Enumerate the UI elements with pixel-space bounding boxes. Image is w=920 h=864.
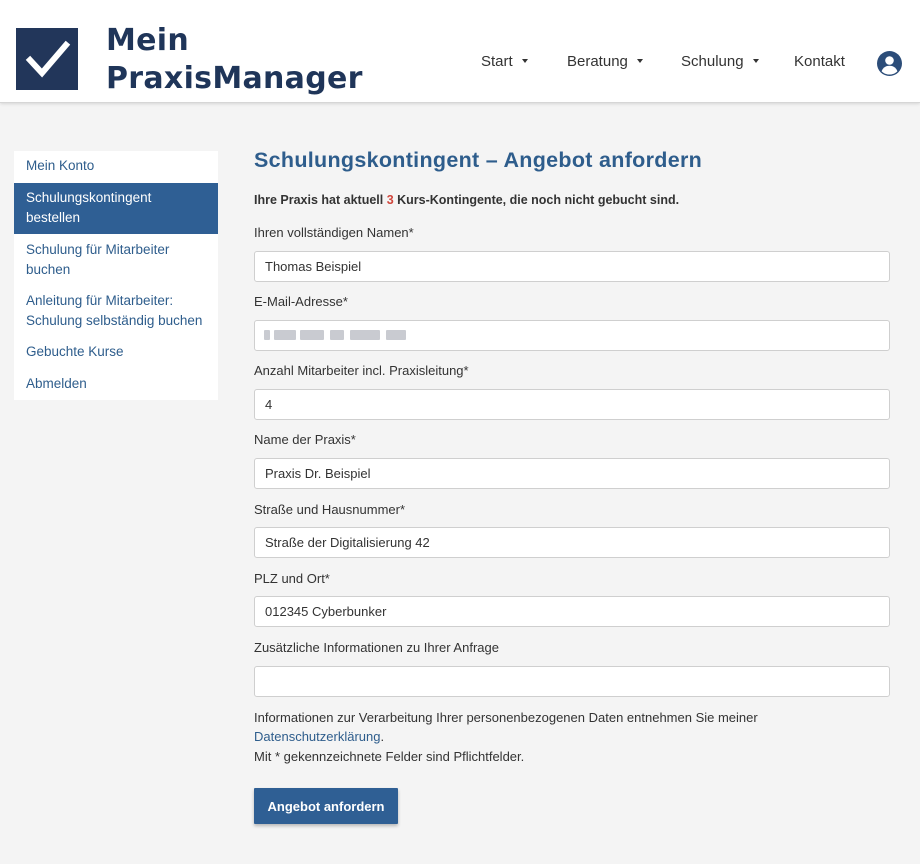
contingent-notice: Ihre Praxis hat aktuell 3 Kurs-Kontingen… <box>254 193 679 207</box>
practice-name-input[interactable] <box>254 458 890 489</box>
email-input[interactable] <box>254 320 890 351</box>
sidebar-item-abmelden[interactable]: Abmelden <box>14 374 218 394</box>
nav-item-label: Schulung <box>681 53 744 70</box>
caret-down-icon <box>752 59 759 63</box>
sidebar-item-label: Schulung selbständig buchen <box>26 312 203 328</box>
name-input[interactable] <box>254 251 890 282</box>
city-input[interactable] <box>254 596 890 627</box>
nav-item-label: Beratung <box>567 53 628 70</box>
name-label: Ihren vollständigen Namen* <box>254 225 414 240</box>
account-sidebar: Mein Konto Schulungskontingent bestellen… <box>14 151 218 400</box>
notice-text: Kurs-Kontingente, die noch nicht gebucht… <box>393 193 680 207</box>
nav-item-kontakt[interactable]: Kontakt <box>794 53 845 70</box>
contingent-count: 3 <box>386 193 394 207</box>
sidebar-item-schulungskontingent[interactable]: Schulungskontingent bestellen <box>14 183 218 234</box>
caret-down-icon <box>636 59 643 63</box>
brand-line-2: PraxisManager <box>106 61 363 96</box>
sidebar-item-label: Mein Konto <box>26 158 95 173</box>
practice-name-label: Name der Praxis* <box>254 432 356 447</box>
page-title: Schulungskontingent – Angebot anfordern <box>254 148 703 172</box>
sidebar-item-schulung-buchen[interactable]: Schulung für Mitarbeiter buchen <box>14 240 218 279</box>
sidebar-item-label: Schulung für Mitarbeiter <box>26 242 170 257</box>
sidebar-item-label: buchen <box>26 261 71 277</box>
nav-item-label: Kontakt <box>794 53 845 70</box>
privacy-period: . <box>380 729 385 744</box>
street-input[interactable] <box>254 527 890 558</box>
city-label: PLZ und Ort* <box>254 571 330 586</box>
request-offer-button[interactable]: Angebot anfordern <box>254 788 398 824</box>
brand-name[interactable]: Mein PraxisManager <box>106 22 363 98</box>
sidebar-item-label: bestellen <box>26 209 81 225</box>
logo-checkmark-icon[interactable] <box>16 28 78 90</box>
privacy-policy-link[interactable]: Datenschutzerklärung <box>254 729 380 744</box>
sidebar-item-label: Anleitung für Mitarbeiter: <box>26 293 174 308</box>
nav-item-label: Start <box>481 53 513 70</box>
nav-item-schulung[interactable]: Schulung <box>681 53 759 70</box>
sidebar-item-anleitung[interactable]: Anleitung für Mitarbeiter: Schulung selb… <box>14 291 218 330</box>
employees-label: Anzahl Mitarbeiter incl. Praxisleitung* <box>254 363 469 378</box>
required-fields-note: Mit * gekennzeichnete Felder sind Pflich… <box>254 749 525 764</box>
nav-item-beratung[interactable]: Beratung <box>567 53 643 70</box>
sidebar-item-gebuchte-kurse[interactable]: Gebuchte Kurse <box>14 342 218 362</box>
street-label: Straße und Hausnummer* <box>254 502 406 517</box>
sidebar-item-label: Abmelden <box>26 376 87 391</box>
nav-item-start[interactable]: Start <box>481 53 528 70</box>
caret-down-icon <box>521 59 528 63</box>
notice-text: Ihre Praxis hat aktuell <box>254 193 387 207</box>
site-header: Mein PraxisManager Start Beratung Schulu… <box>0 0 920 103</box>
sidebar-item-mein-konto[interactable]: Mein Konto <box>14 156 218 176</box>
additional-info-label: Zusätzliche Informationen zu Ihrer Anfra… <box>254 640 499 655</box>
email-label: E-Mail-Adresse* <box>254 294 348 309</box>
brand-line-1: Mein <box>106 23 190 58</box>
additional-info-input[interactable] <box>254 666 890 697</box>
privacy-info-text: Informationen zur Verarbeitung Ihrer per… <box>254 710 758 725</box>
sidebar-item-label: Schulungskontingent <box>26 190 152 205</box>
sidebar-item-label: Gebuchte Kurse <box>26 344 124 359</box>
privacy-link-line: Datenschutzerklärung. <box>254 729 384 744</box>
employees-input[interactable] <box>254 389 890 420</box>
user-circle-icon[interactable] <box>877 51 902 76</box>
